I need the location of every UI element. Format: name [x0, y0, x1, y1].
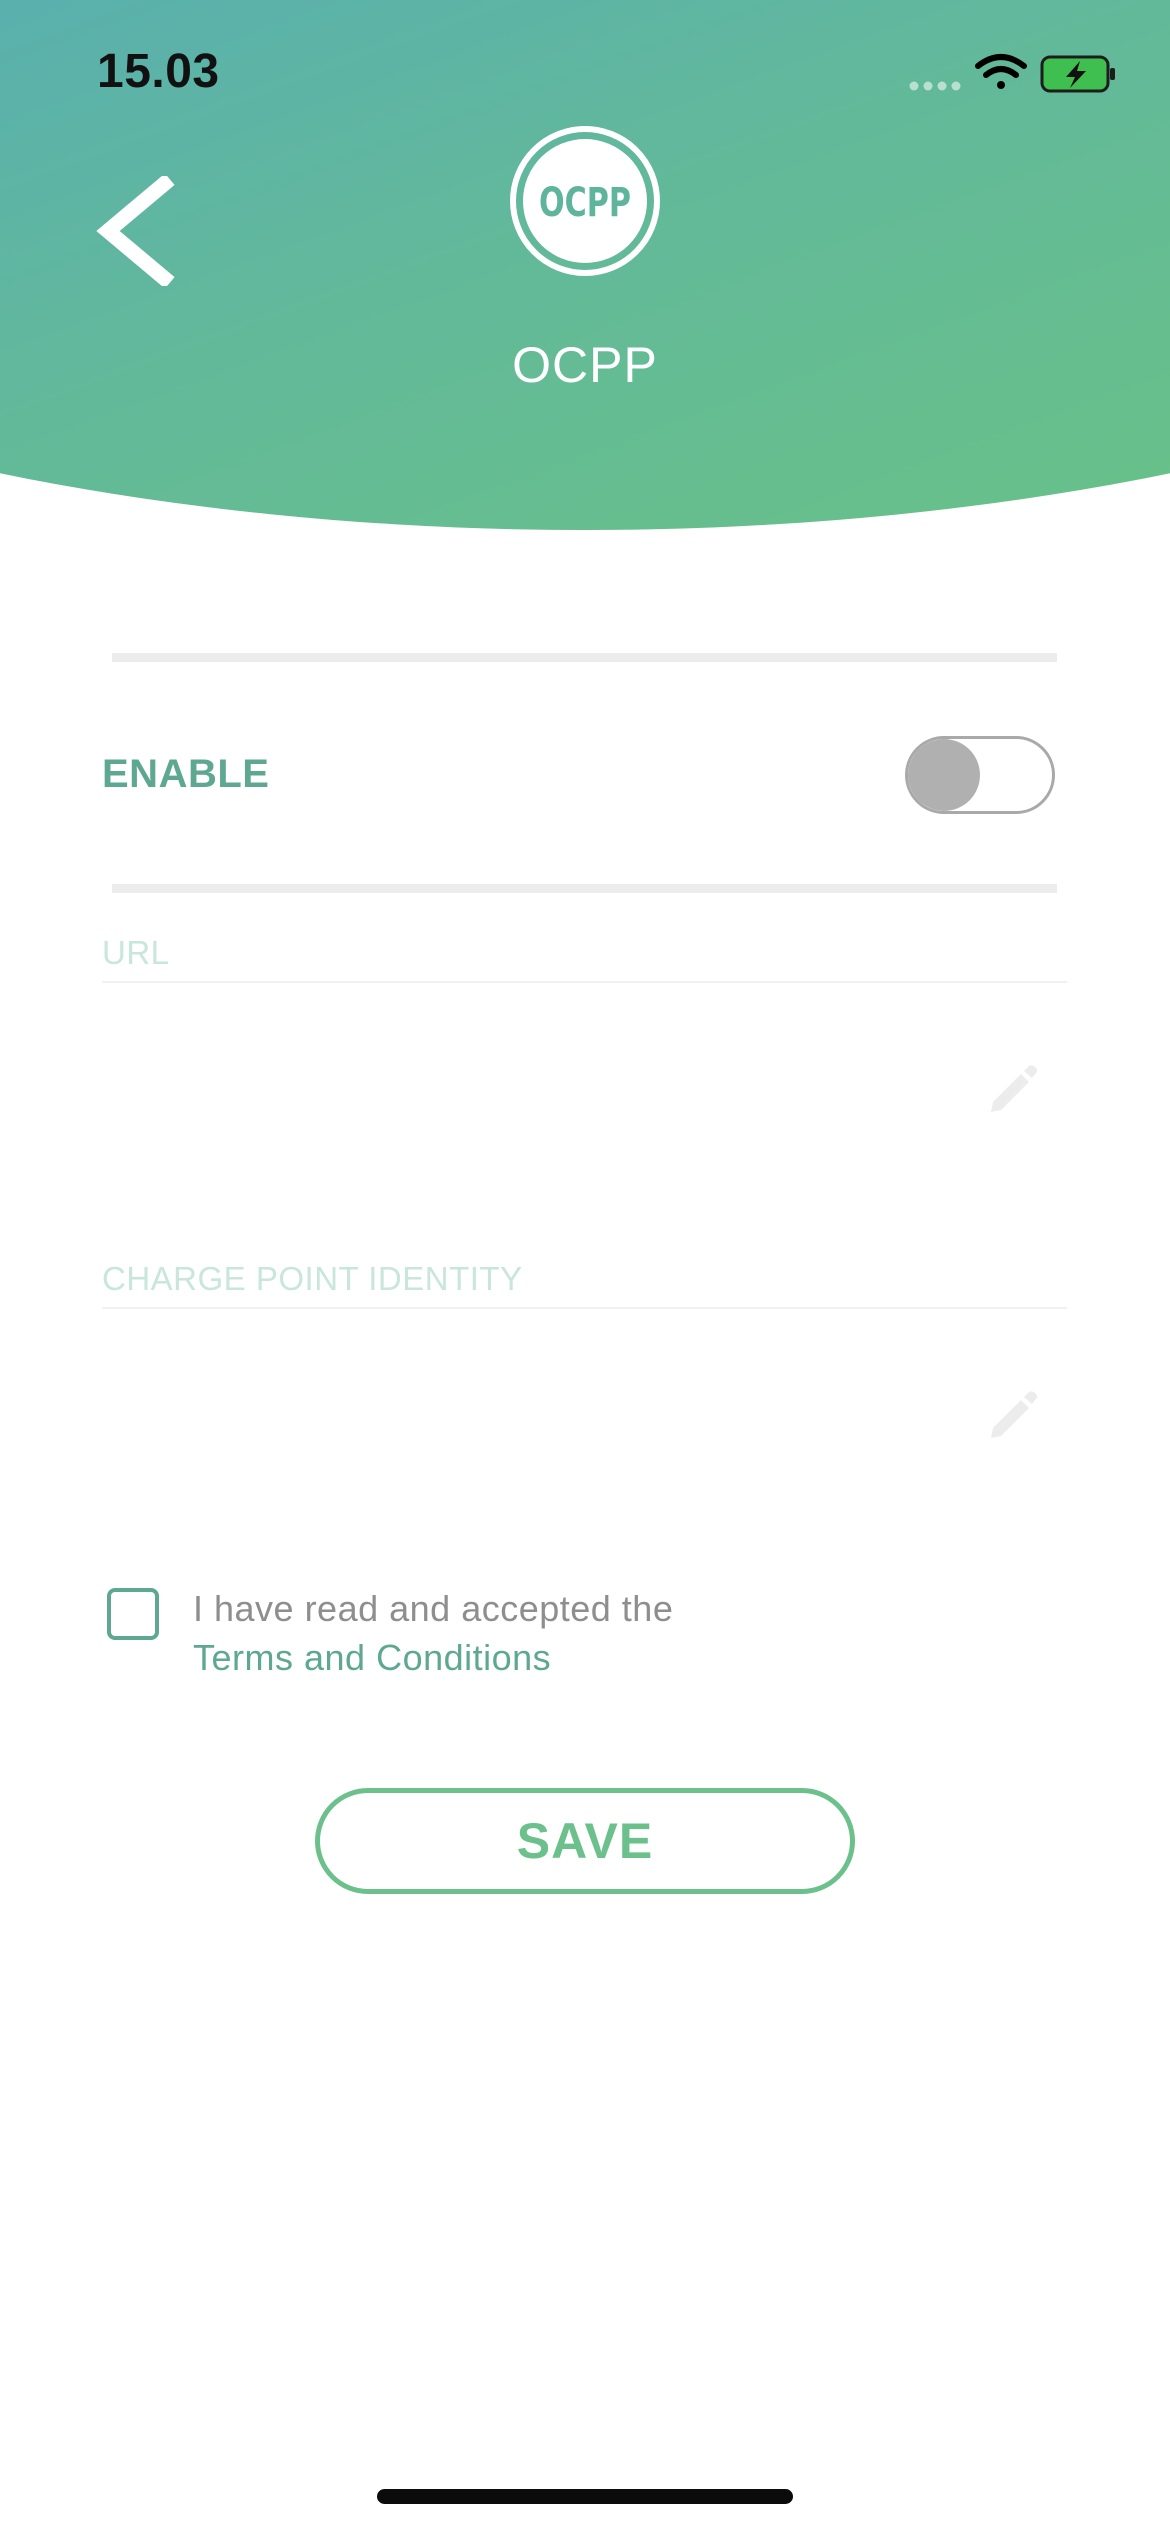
- url-label: URL: [102, 934, 170, 971]
- logo-text: OCPP: [539, 180, 631, 226]
- terms-checkbox[interactable]: [107, 1588, 159, 1640]
- home-indicator: [377, 2489, 793, 2504]
- enable-label: ENABLE: [102, 752, 270, 796]
- save-button[interactable]: SAVE: [315, 1788, 855, 1894]
- charge-point-identity-input[interactable]: [102, 1370, 966, 1462]
- wifi-icon: [975, 54, 1027, 89]
- status-time: 15.03: [97, 45, 220, 98]
- chevron-left-icon: [96, 176, 175, 286]
- url-input[interactable]: [102, 1044, 966, 1136]
- back-button[interactable]: [92, 176, 182, 286]
- charge-point-identity-label: CHARGE POINT IDENTITY: [102, 1260, 523, 1297]
- cellular-signal-icon: [909, 81, 961, 91]
- ocpp-logo: OCPP: [510, 126, 660, 276]
- charge-point-identity-underline: [102, 1307, 1067, 1309]
- divider-top: [112, 653, 1057, 662]
- status-icons: [909, 54, 1115, 93]
- page-title: OCPP: [512, 337, 658, 393]
- pencil-icon[interactable]: [985, 1386, 1041, 1442]
- divider-bottom: [112, 884, 1057, 893]
- url-underline: [102, 981, 1067, 983]
- pencil-icon[interactable]: [985, 1060, 1041, 1116]
- toggle-knob: [908, 739, 980, 811]
- battery-charging-icon: [1040, 55, 1115, 93]
- terms-link[interactable]: Terms and Conditions: [193, 1637, 551, 1679]
- consent-text: I have read and accepted the: [193, 1588, 674, 1629]
- enable-toggle[interactable]: [905, 736, 1055, 814]
